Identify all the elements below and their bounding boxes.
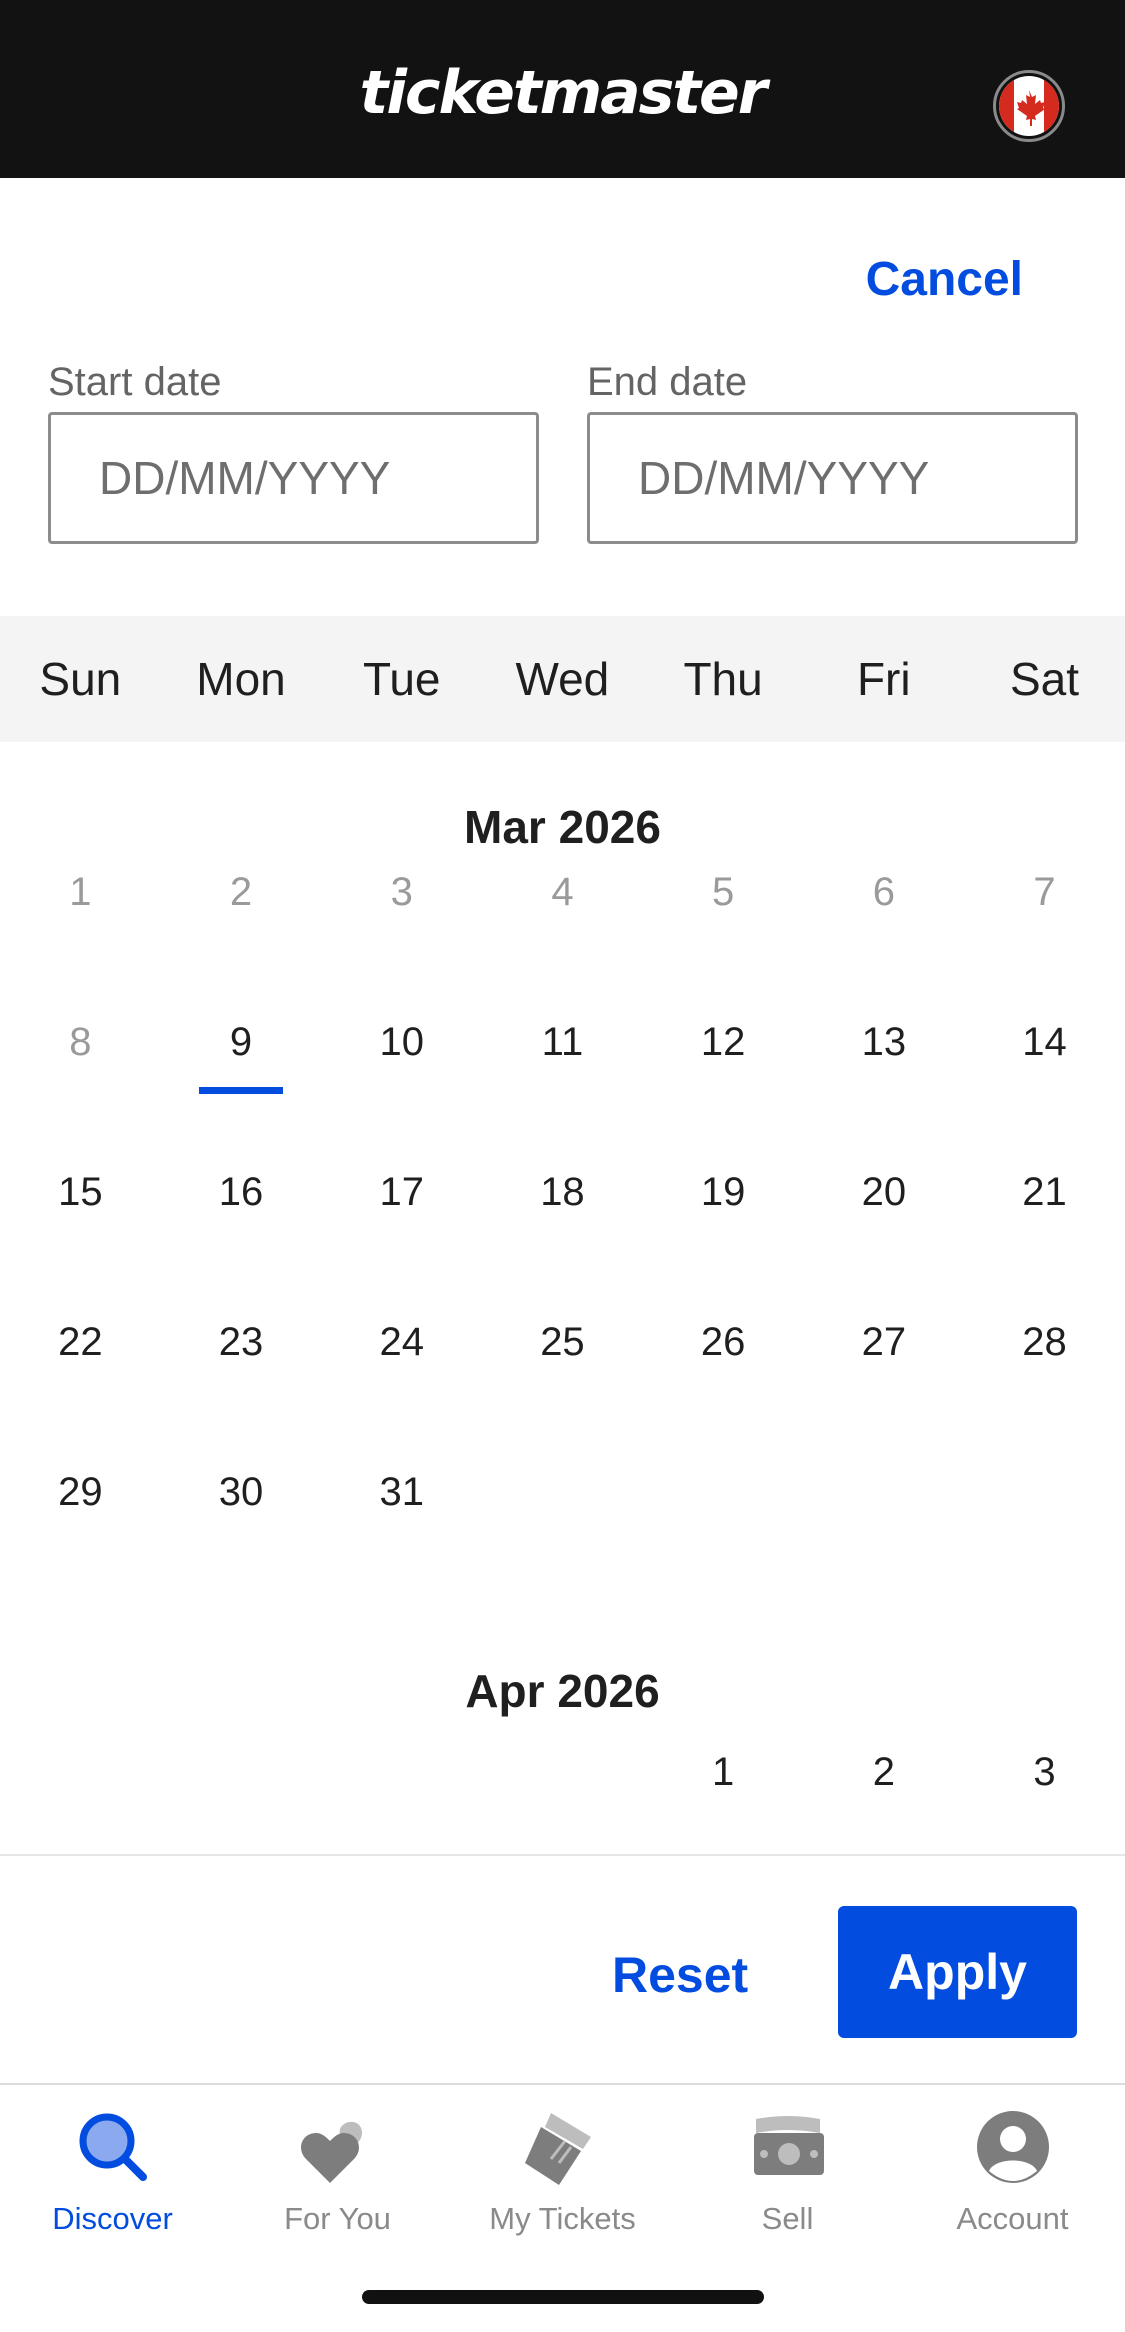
calendar-day[interactable]: 14 — [964, 1002, 1125, 1082]
calendar-day[interactable]: 28 — [964, 1302, 1125, 1382]
weekday-tue: Tue — [362, 653, 441, 705]
weekday-sat: Sat — [1009, 653, 1079, 705]
weekday-mon: Mon — [196, 653, 286, 705]
calendar-day[interactable]: 11 — [482, 1002, 643, 1082]
cancel-button[interactable]: Cancel — [866, 252, 1023, 307]
calendar-day: 5 — [712, 870, 735, 914]
calendar-day[interactable]: 26 — [643, 1302, 804, 1382]
weekday-wed: Wed — [515, 653, 610, 705]
canada-flag-icon — [999, 76, 1059, 136]
calendar-day: 1 — [69, 870, 92, 914]
today-indicator — [198, 1087, 283, 1094]
calendar-day: 2 — [229, 870, 253, 914]
calendar-day[interactable]: 20 — [804, 1152, 965, 1232]
calendar-day: 8 — [69, 1020, 92, 1064]
money-icon — [753, 2116, 824, 2175]
calendar-day[interactable]: 21 — [964, 1152, 1125, 1232]
tab-discover[interactable]: Discover — [0, 2105, 225, 2255]
month-title: Mar 2026 — [464, 801, 661, 853]
calendar-day[interactable]: 1 — [643, 1732, 804, 1812]
calendar-day: 7 — [1033, 870, 1056, 914]
calendar-day[interactable]: 30 — [161, 1452, 322, 1532]
start-date-label: Start date — [48, 360, 222, 404]
calendar-day[interactable]: 16 — [161, 1152, 322, 1232]
month-title: Apr 2026 — [465, 1665, 660, 1717]
calendar-day[interactable]: 23 — [161, 1302, 322, 1382]
calendar-day: 3 — [390, 870, 413, 914]
weekday-header: Sun Mon Tue Wed Thu Fri Sat — [0, 616, 1125, 742]
tab-label: For You — [284, 2201, 391, 2236]
tab-label: My Tickets — [489, 2201, 636, 2236]
tab-sell[interactable]: Sell — [675, 2105, 900, 2255]
calendar-day[interactable]: 13 — [804, 1002, 965, 1082]
hearts-icon — [300, 2121, 362, 2183]
brand-logo: ticketmaster — [359, 58, 768, 128]
calendar-day[interactable]: 27 — [804, 1302, 965, 1382]
tab-label: Discover — [52, 2201, 173, 2236]
home-indicator — [362, 2290, 764, 2304]
tab-my-tickets[interactable]: My Tickets — [450, 2105, 675, 2255]
reset-button[interactable]: Reset — [612, 1946, 748, 2004]
tab-label: Sell — [761, 2201, 814, 2236]
calendar-day[interactable]: 19 — [643, 1152, 804, 1232]
country-selector-button[interactable] — [993, 70, 1065, 142]
calendar-day: 4 — [551, 870, 574, 914]
weekday-fri: Fri — [856, 653, 911, 705]
calendar-day[interactable]: 2 — [804, 1732, 965, 1812]
action-bar: Reset Apply — [0, 1854, 1125, 2083]
calendar-day[interactable]: 24 — [321, 1302, 482, 1382]
calendar-day: 6 — [872, 870, 895, 914]
calendar-day-today[interactable]: 9 — [161, 1002, 322, 1094]
calendar-day[interactable]: 10 — [321, 1002, 482, 1082]
start-date-input[interactable] — [48, 412, 539, 544]
ticket-icon — [524, 2113, 591, 2185]
calendar-day[interactable]: 17 — [321, 1152, 482, 1232]
user-icon — [976, 2111, 1049, 2183]
end-date-label: End date — [587, 360, 748, 404]
calendar-day[interactable]: 3 — [964, 1732, 1125, 1812]
calendar-day[interactable]: 22 — [0, 1302, 161, 1382]
calendar-day[interactable]: 18 — [482, 1152, 643, 1232]
end-date-input[interactable] — [587, 412, 1078, 544]
calendar-scroll-area[interactable]: Mar 2026 1 2 3 4 5 6 7 8 9 10 11 12 13 14 15 16 17 18 19 20… — [0, 742, 1125, 1854]
tab-label: Account — [956, 2201, 1069, 2236]
calendar-day[interactable]: 15 — [0, 1152, 161, 1232]
calendar-day[interactable]: 29 — [0, 1452, 161, 1532]
calendar-day[interactable]: 12 — [643, 1002, 804, 1082]
calendar-day[interactable]: 31 — [321, 1452, 482, 1532]
top-bar: ticketmaster — [0, 0, 1125, 178]
weekday-thu: Thu — [683, 653, 763, 705]
tab-account[interactable]: Account — [900, 2105, 1125, 2255]
search-icon — [79, 2113, 147, 2181]
weekday-sun: Sun — [39, 653, 122, 705]
calendar-day[interactable]: 25 — [482, 1302, 643, 1382]
tab-for-you[interactable]: For You — [225, 2105, 450, 2255]
apply-button[interactable]: Apply — [838, 1906, 1077, 2038]
